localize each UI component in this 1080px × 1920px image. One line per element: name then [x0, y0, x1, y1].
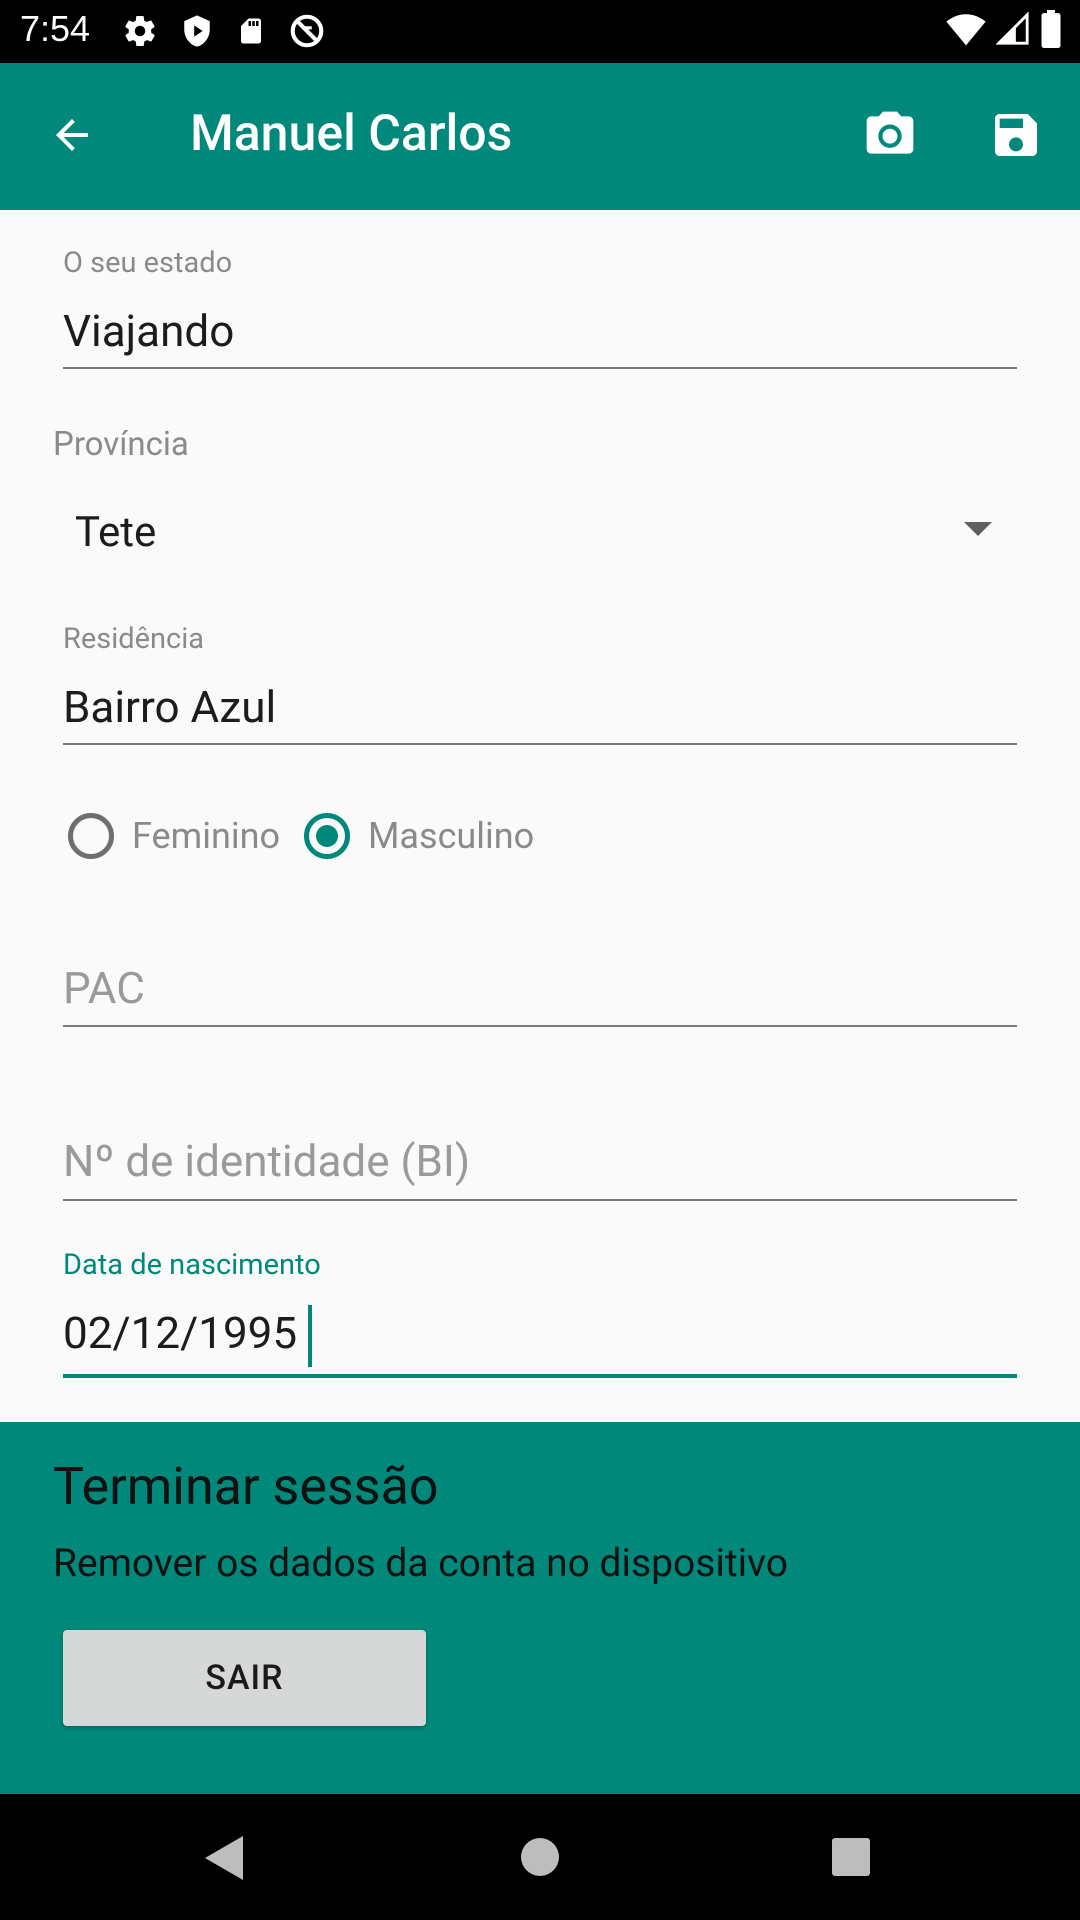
gear-icon: [122, 13, 158, 53]
logout-title: Terminar sessão: [53, 1456, 439, 1517]
pac-input[interactable]: PAC: [63, 962, 145, 1014]
arrow-back-icon: [48, 111, 96, 163]
radio-unchecked-icon: [68, 813, 114, 859]
sair-button[interactable]: SAIR: [63, 1630, 426, 1726]
nav-bar: [0, 1794, 1080, 1920]
province-selected: Tete: [75, 508, 157, 557]
id-number-underline: [63, 1199, 1017, 1201]
cell-signal-icon: [995, 11, 1030, 51]
back-button[interactable]: [44, 109, 100, 165]
pac-underline: [63, 1025, 1017, 1027]
nav-back-icon[interactable]: [205, 1836, 243, 1880]
radio-masculino[interactable]: Masculino: [304, 808, 534, 864]
birth-date-label: Data de nascimento: [63, 1248, 321, 1282]
page-title: Manuel Carlos: [190, 105, 513, 163]
radio-feminino-label: Feminino: [132, 815, 280, 857]
logout-description: Remover os dados da conta no dispositivo: [53, 1540, 789, 1586]
radio-masculino-label: Masculino: [368, 815, 535, 857]
play-protect-icon: [180, 13, 214, 53]
sd-card-icon: [236, 13, 266, 53]
id-number-input[interactable]: Nº de identidade (BI): [63, 1135, 470, 1187]
status-label: O seu estado: [63, 246, 233, 280]
radio-checked-icon: [304, 813, 350, 859]
status-icons-right: [946, 10, 1062, 52]
status-icons-left: [122, 12, 326, 54]
save-icon: [988, 107, 1044, 167]
logout-section: Terminar sessão Remover os dados da cont…: [0, 1422, 1080, 1794]
residence-label: Residência: [63, 622, 205, 656]
status-underline: [63, 367, 1017, 369]
birth-date-input[interactable]: 02/12/1995: [63, 1307, 297, 1359]
birth-date-underline: [63, 1374, 1017, 1378]
wifi-icon: [946, 11, 986, 51]
province-label: Província: [53, 425, 189, 464]
nav-home-icon[interactable]: [521, 1838, 559, 1876]
dropdown-arrow-icon: [964, 522, 992, 536]
nav-recents-icon[interactable]: [832, 1838, 870, 1876]
status-bar: 7:54: [0, 0, 1080, 63]
status-time: 7:54: [20, 8, 91, 49]
province-spinner[interactable]: Tete: [54, 470, 1014, 590]
radio-feminino[interactable]: Feminino: [68, 808, 280, 864]
camera-button[interactable]: [860, 107, 920, 167]
save-button[interactable]: [986, 107, 1046, 167]
app-bar: Manuel Carlos: [0, 63, 1080, 210]
no-sync-icon: [288, 12, 326, 54]
residence-input[interactable]: Bairro Azul: [63, 681, 276, 733]
status-input[interactable]: Viajando: [63, 305, 234, 357]
battery-icon: [1040, 10, 1062, 52]
text-cursor: [308, 1305, 312, 1367]
camera-icon: [862, 107, 918, 167]
residence-underline: [63, 743, 1017, 745]
